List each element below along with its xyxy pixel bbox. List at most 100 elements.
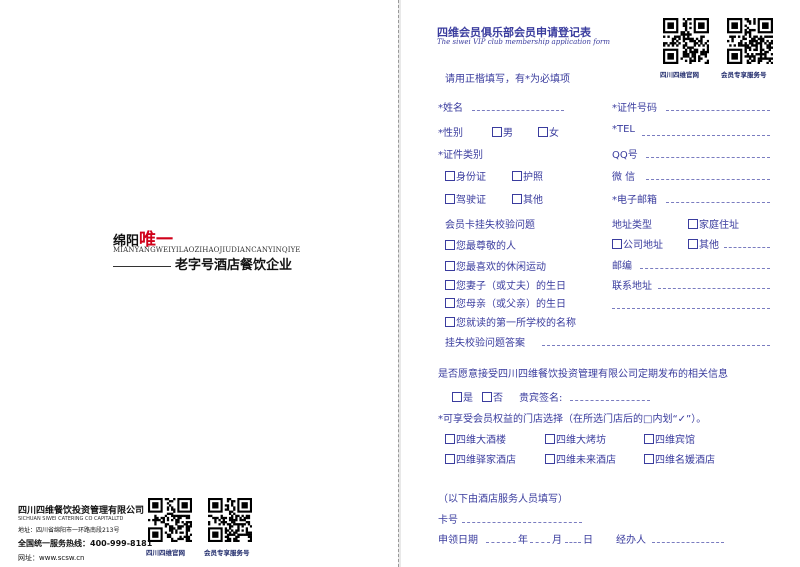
card-number-label: 卡号 bbox=[438, 515, 458, 526]
qq-label: QQ号 bbox=[612, 150, 638, 161]
qr-code-icon bbox=[663, 18, 709, 64]
company-english-name: SICHUAN SIWEI CATERING CO CAPITALLTD bbox=[18, 516, 124, 522]
checkbox[interactable] bbox=[445, 261, 455, 271]
qr-caption-service: 会员专享服务号 bbox=[721, 71, 767, 79]
issue-day-field[interactable] bbox=[565, 542, 581, 543]
checkbox[interactable] bbox=[445, 280, 455, 290]
store-label: 四维大酒楼 bbox=[456, 435, 506, 446]
question-option-2[interactable]: 您最喜欢的休闲运动 bbox=[445, 258, 546, 273]
checkbox[interactable] bbox=[545, 434, 555, 444]
store-option-3[interactable]: 四维宾馆 bbox=[644, 431, 695, 446]
company-address-label: 公司地址 bbox=[623, 240, 663, 251]
address-other-field[interactable] bbox=[724, 247, 770, 248]
answer-label: 挂失校验问题答案 bbox=[445, 338, 525, 349]
driver-license-label: 驾驶证 bbox=[456, 195, 486, 206]
signature-field[interactable] bbox=[570, 400, 650, 401]
store-label: 四维未来酒店 bbox=[556, 455, 616, 466]
qr-caption-website: 四川四维官网 bbox=[660, 71, 699, 79]
store-label: 四维名媛酒店 bbox=[655, 455, 715, 466]
address-type-label: 地址类型 bbox=[612, 220, 652, 231]
store-option-6[interactable]: 四维名媛酒店 bbox=[644, 451, 715, 466]
email-label: *电子邮箱 bbox=[612, 195, 657, 206]
address-other-option[interactable]: 其他 bbox=[688, 236, 719, 251]
postcode-field[interactable] bbox=[640, 268, 770, 269]
checkbox[interactable] bbox=[512, 171, 522, 181]
qr-code-icon bbox=[208, 498, 252, 542]
checkbox[interactable] bbox=[445, 434, 455, 444]
issue-year-field[interactable] bbox=[486, 542, 516, 543]
postcode-label: 邮编 bbox=[612, 261, 632, 272]
checkbox[interactable] bbox=[545, 454, 555, 464]
question-4-label: 您母亲（或父亲）的生日 bbox=[456, 299, 566, 310]
question-option-1[interactable]: 您最尊敬的人 bbox=[445, 237, 516, 252]
checkbox[interactable] bbox=[538, 127, 548, 137]
company-address-option[interactable]: 公司地址 bbox=[612, 236, 663, 251]
wechat-field[interactable] bbox=[646, 179, 770, 180]
store-label: 四维驿家酒店 bbox=[456, 455, 516, 466]
handler-field[interactable] bbox=[652, 542, 724, 543]
instruction-text: 请用正楷填写，有*为必填项 bbox=[445, 74, 570, 85]
question-option-5[interactable]: 您就读的第一所学校的名称 bbox=[445, 314, 576, 329]
store-option-5[interactable]: 四维未来酒店 bbox=[545, 451, 616, 466]
checkbox[interactable] bbox=[445, 240, 455, 250]
checkbox[interactable] bbox=[512, 194, 522, 204]
passport-label: 护照 bbox=[523, 172, 543, 183]
question-option-4[interactable]: 您母亲（或父亲）的生日 bbox=[445, 295, 566, 310]
qr-caption-website: 四川四维官网 bbox=[146, 549, 185, 557]
driver-license-option[interactable]: 驾驶证 bbox=[445, 191, 486, 206]
male-label: 男 bbox=[503, 128, 513, 139]
checkbox[interactable] bbox=[644, 454, 654, 464]
checkbox[interactable] bbox=[482, 392, 492, 402]
store-option-1[interactable]: 四维大酒楼 bbox=[445, 431, 506, 446]
answer-field[interactable] bbox=[542, 345, 770, 346]
store-option-2[interactable]: 四维大烤坊 bbox=[545, 431, 606, 446]
fold-line bbox=[398, 0, 399, 567]
issue-date-label: 申领日期 bbox=[438, 535, 478, 546]
gender-label: *性别 bbox=[438, 128, 463, 139]
checkbox[interactable] bbox=[492, 127, 502, 137]
staff-note: （以下由酒店服务人员填写） bbox=[438, 494, 568, 505]
id-number-field[interactable] bbox=[666, 110, 770, 111]
qq-field[interactable] bbox=[646, 157, 770, 158]
checkbox[interactable] bbox=[445, 171, 455, 181]
home-address-label: 家庭住址 bbox=[699, 220, 739, 231]
brand-tagline: 老字号酒店餐饮企业 bbox=[175, 258, 293, 273]
checkbox[interactable] bbox=[644, 434, 654, 444]
consent-no-option[interactable]: 否 bbox=[482, 389, 503, 404]
home-address-option[interactable]: 家庭住址 bbox=[688, 216, 739, 231]
id-type-label: *证件类别 bbox=[438, 150, 483, 161]
checkbox[interactable] bbox=[445, 298, 455, 308]
checkbox[interactable] bbox=[445, 317, 455, 327]
company-address: 地址：四川省绵阳市一环路南段213号 bbox=[18, 527, 120, 534]
consent-yes-option[interactable]: 是 bbox=[452, 389, 473, 404]
checkbox[interactable] bbox=[688, 219, 698, 229]
store-option-4[interactable]: 四维驿家酒店 bbox=[445, 451, 516, 466]
checkbox[interactable] bbox=[445, 194, 455, 204]
year-label: 年 bbox=[518, 535, 528, 546]
contact-address-field-2[interactable] bbox=[612, 308, 770, 309]
contact-address-field[interactable] bbox=[658, 288, 770, 289]
store-label: 四维大烤坊 bbox=[556, 435, 606, 446]
id-card-option[interactable]: 身份证 bbox=[445, 168, 486, 183]
question-3-label: 您妻子（或丈夫）的生日 bbox=[456, 281, 566, 292]
female-label: 女 bbox=[549, 128, 559, 139]
service-hotline: 全国统一服务热线：400-999-8181 bbox=[18, 539, 153, 548]
passport-option[interactable]: 护照 bbox=[512, 168, 543, 183]
tel-label: *TEL bbox=[612, 124, 635, 135]
id-other-option[interactable]: 其他 bbox=[512, 191, 543, 206]
address-other-label: 其他 bbox=[699, 240, 719, 251]
checkbox[interactable] bbox=[445, 454, 455, 464]
company-website: 网址：www.scsw.cn bbox=[18, 554, 85, 562]
gender-female-option[interactable]: 女 bbox=[538, 124, 559, 139]
question-option-3[interactable]: 您妻子（或丈夫）的生日 bbox=[445, 277, 566, 292]
checkbox[interactable] bbox=[688, 239, 698, 249]
checkbox[interactable] bbox=[612, 239, 622, 249]
id-other-label: 其他 bbox=[523, 195, 543, 206]
gender-male-option[interactable]: 男 bbox=[492, 124, 513, 139]
checkbox[interactable] bbox=[452, 392, 462, 402]
name-field[interactable] bbox=[472, 110, 564, 111]
issue-month-field[interactable] bbox=[530, 542, 550, 543]
card-number-field[interactable] bbox=[462, 522, 582, 523]
tel-field[interactable] bbox=[642, 135, 770, 136]
email-field[interactable] bbox=[666, 202, 770, 203]
